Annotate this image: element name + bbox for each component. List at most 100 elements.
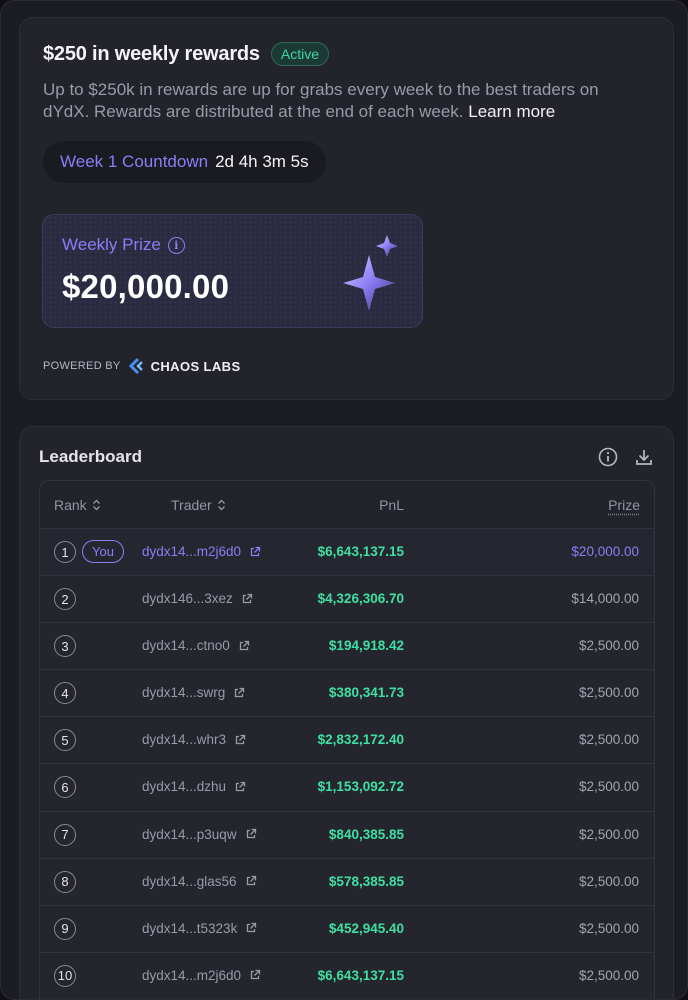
- column-trader-label: Trader: [171, 497, 212, 513]
- sort-icon: [92, 499, 100, 511]
- rank-number: 7: [54, 823, 76, 846]
- pnl-value: $840,385.85: [328, 826, 404, 842]
- prize-value: $2,500.00: [578, 779, 639, 795]
- table-row[interactable]: 2 dydx146...3xez $4,326,306.70 $14,000.00: [40, 576, 654, 624]
- external-link-icon[interactable]: [234, 781, 246, 793]
- table-body: 1 You dydx14...m2j6d0 $6,643,137.15 $20,000.…: [40, 529, 654, 999]
- download-icon[interactable]: [633, 446, 655, 468]
- powered-by: POWERED BY CHAOS LABS: [43, 357, 241, 375]
- sparkle-icon: [343, 235, 398, 311]
- rank-number: 8: [54, 870, 76, 893]
- trader-address[interactable]: dydx14...m2j6d0: [142, 968, 261, 983]
- table-header: Rank Trader PnL Prize: [40, 481, 654, 529]
- app-frame: $250 in weekly rewards Active Up to $250…: [0, 0, 688, 1000]
- powered-by-label: POWERED BY: [43, 360, 121, 372]
- trader-address[interactable]: dydx14...ctno0: [142, 638, 250, 653]
- prize-amount: $20,000.00: [62, 268, 230, 305]
- prize-label-row: Weekly Prize i: [62, 235, 185, 255]
- pnl-value: $380,341.73: [328, 685, 404, 701]
- week-countdown: Week 1 Countdown 2d 4h 3m 5s: [43, 141, 326, 183]
- trader-address[interactable]: dydx14...glas56: [142, 874, 257, 889]
- pnl-value: $2,832,172.40: [317, 732, 404, 748]
- pnl-value: $578,385.85: [328, 873, 404, 889]
- external-link-icon[interactable]: [234, 734, 246, 746]
- weekly-prize-box: Weekly Prize i $20,000.00: [42, 214, 423, 328]
- info-icon[interactable]: i: [167, 236, 185, 254]
- trader-address-text: dydx14...m2j6d0: [142, 544, 242, 559]
- prize-value: $2,500.00: [578, 873, 639, 889]
- external-link-icon[interactable]: [233, 687, 245, 699]
- column-trader[interactable]: Trader: [171, 497, 226, 513]
- leaderboard-card: Leaderboard Rank Trader PnL Prize 1 You …: [19, 426, 674, 999]
- leaderboard-table: Rank Trader PnL Prize 1 You dydx14...m2j6d…: [39, 480, 655, 999]
- external-link-icon[interactable]: [245, 922, 257, 934]
- column-rank-label: Rank: [54, 497, 87, 513]
- pnl-value: $6,643,137.15: [317, 967, 404, 983]
- countdown-label: Week 1 Countdown: [60, 152, 209, 171]
- table-row[interactable]: 9 dydx14...t5323k $452,945.40 $2,500.00: [40, 905, 654, 953]
- trader-address-text: dydx14...glas56: [142, 873, 237, 889]
- chaos-labs-brand: CHAOS LABS: [150, 358, 241, 374]
- prize-value: $20,000.00: [571, 544, 639, 559]
- prize-value: $2,500.00: [578, 638, 639, 654]
- trader-address-text: dydx14...whr3: [142, 732, 227, 748]
- column-pnl: PnL: [379, 497, 404, 513]
- trader-address[interactable]: dydx14...m2j6d0: [142, 544, 261, 559]
- countdown-value: 2d 4h 3m 5s: [215, 152, 309, 171]
- table-row[interactable]: 1 You dydx14...m2j6d0 $6,643,137.15 $20,000.…: [40, 529, 654, 577]
- table-row[interactable]: 8 dydx14...glas56 $578,385.85 $2,500.00: [40, 858, 654, 906]
- external-link-icon[interactable]: [245, 875, 257, 887]
- prize-value: $2,500.00: [578, 685, 639, 701]
- status-badge: Active: [270, 42, 329, 66]
- table-row[interactable]: 6 dydx14...dzhu $1,153,092.72 $2,500.00: [40, 764, 654, 812]
- rank-number: 5: [54, 729, 76, 752]
- trader-address-text: dydx14...p3uqw: [142, 826, 237, 842]
- table-row[interactable]: 3 dydx14...ctno0 $194,918.42 $2,500.00: [40, 623, 654, 671]
- rewards-header: $250 in weekly rewards Active: [43, 42, 329, 66]
- table-row[interactable]: 7 dydx14...p3uqw $840,385.85 $2,500.00: [40, 811, 654, 859]
- chaos-labs-logo: [128, 357, 143, 375]
- external-link-icon[interactable]: [249, 969, 261, 981]
- learn-more-link[interactable]: Learn more: [468, 102, 555, 121]
- rank-number: 3: [54, 635, 76, 658]
- trader-address-text: dydx14...dzhu: [142, 779, 227, 795]
- trader-address-text: dydx146...3xez: [142, 591, 233, 607]
- prize-value: $2,500.00: [578, 732, 639, 748]
- trader-address[interactable]: dydx14...swrg: [142, 685, 245, 700]
- column-prize[interactable]: Prize: [608, 497, 640, 513]
- rank-number: 10: [54, 964, 76, 987]
- trader-address[interactable]: dydx14...t5323k: [142, 921, 257, 936]
- trader-address-text: dydx14...swrg: [142, 685, 226, 701]
- table-row[interactable]: 5 dydx14...whr3 $2,832,172.40 $2,500.00: [40, 717, 654, 765]
- rank-number: 4: [54, 682, 76, 705]
- prize-value: $2,500.00: [578, 826, 639, 842]
- sort-icon: [217, 499, 225, 511]
- pnl-value: $4,326,306.70: [317, 591, 404, 607]
- trader-address[interactable]: dydx146...3xez: [142, 591, 253, 606]
- external-link-icon[interactable]: [241, 593, 253, 605]
- rank-number: 1: [54, 541, 76, 563]
- trader-address-text: dydx14...t5323k: [142, 920, 238, 936]
- column-rank[interactable]: Rank: [54, 497, 101, 513]
- rewards-description: Up to $250k in rewards are up for grabs …: [43, 79, 643, 123]
- prize-value: $2,500.00: [578, 967, 639, 983]
- leaderboard-title: Leaderboard: [39, 447, 142, 466]
- rank-number: 6: [54, 776, 76, 799]
- external-link-icon[interactable]: [238, 640, 250, 652]
- trader-address[interactable]: dydx14...whr3: [142, 732, 246, 747]
- table-row[interactable]: 10 dydx14...m2j6d0 $6,643,137.15 $2,500.00: [40, 952, 654, 999]
- rank-number: 2: [54, 588, 76, 611]
- table-row[interactable]: 4 dydx14...swrg $380,341.73 $2,500.00: [40, 670, 654, 718]
- pnl-value: $194,918.42: [328, 638, 404, 654]
- external-link-icon[interactable]: [245, 828, 257, 840]
- trader-address[interactable]: dydx14...p3uqw: [142, 827, 257, 842]
- leaderboard-actions: [597, 446, 655, 468]
- pnl-value: $1,153,092.72: [317, 779, 404, 795]
- rewards-title: $250 in weekly rewards: [43, 42, 260, 65]
- trader-address[interactable]: dydx14...dzhu: [142, 779, 246, 794]
- external-link-icon[interactable]: [249, 546, 261, 558]
- trader-address-text: dydx14...ctno0: [142, 638, 230, 654]
- trader-address-text: dydx14...m2j6d0: [142, 967, 242, 983]
- prize-value: $2,500.00: [578, 920, 639, 936]
- info-icon[interactable]: [597, 446, 619, 468]
